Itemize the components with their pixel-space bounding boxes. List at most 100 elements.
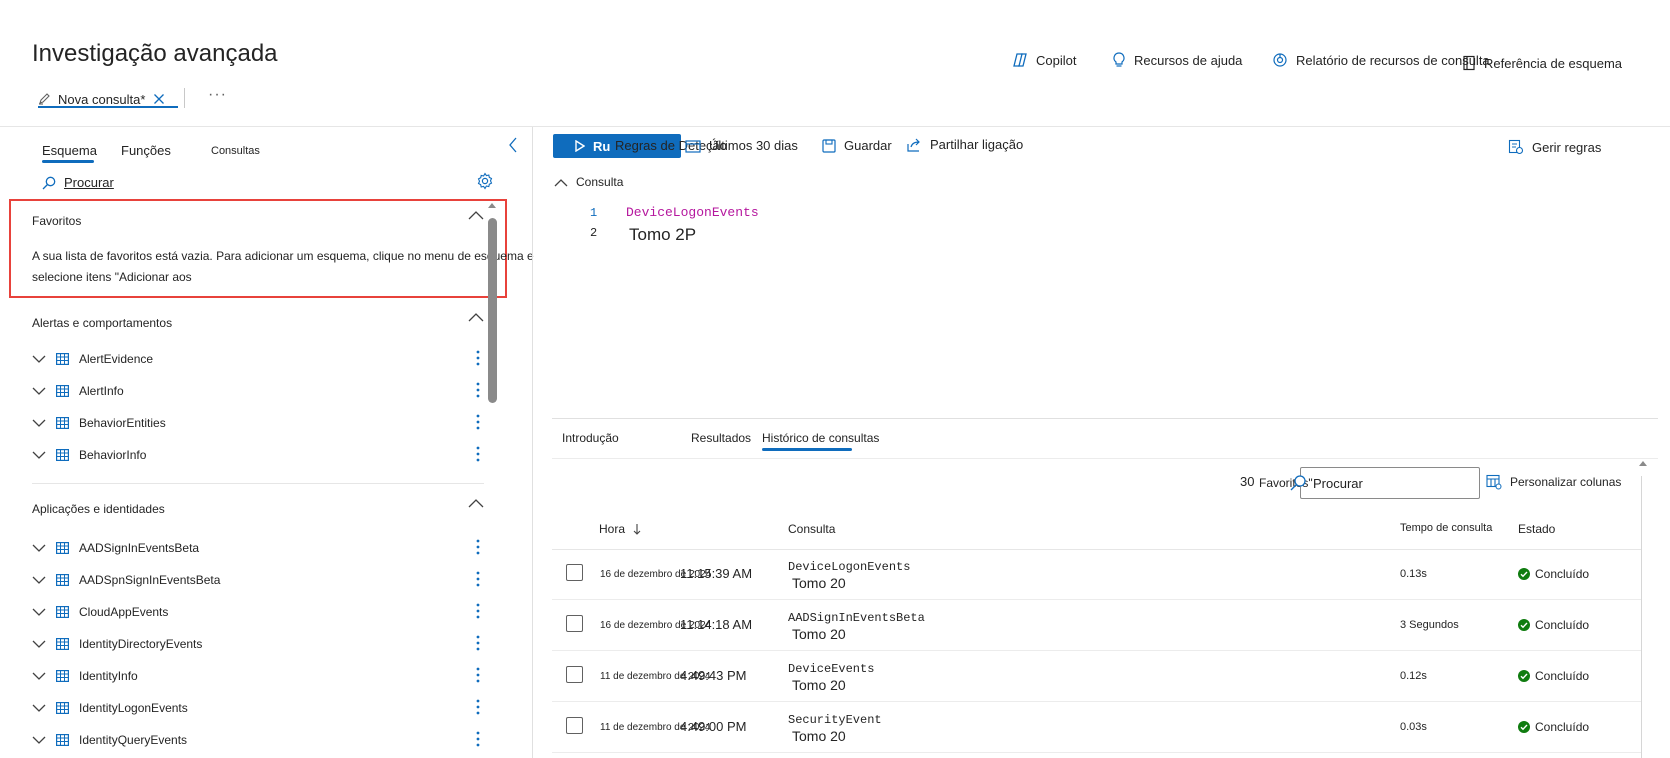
schema-table-item[interactable]: IdentityInfo [32,665,480,687]
tab-query-history[interactable]: Histórico de consultas [762,431,879,445]
more-options-icon[interactable] [476,350,480,366]
schema-table-item[interactable]: AADSpnSignInEventsBeta [32,569,480,591]
line-number: 2 [590,226,598,240]
row-time: 4:49:43 PM [680,668,747,683]
column-header-state[interactable]: Estado [1518,522,1555,536]
query-resources-report-button[interactable]: Relatório de recursos de consulta [1272,50,1490,70]
chevron-down-icon[interactable] [32,736,48,745]
time-range-button[interactable]: Últimos 30 dias [685,138,798,153]
schema-table-name: IdentityInfo [79,669,138,683]
customize-columns-button[interactable]: Personalizar colunas [1486,474,1621,490]
scroll-up-arrow[interactable] [487,202,497,209]
manage-rules-label: Gerir regras [1532,139,1602,155]
chevron-down-icon[interactable] [32,419,48,428]
column-header-query[interactable]: Consulta [788,522,835,536]
chevron-down-icon[interactable] [32,544,48,553]
more-options-icon[interactable] [476,699,480,715]
row-checkbox[interactable] [566,717,583,734]
favorites-title: Favoritos [32,214,82,228]
chevron-up-icon[interactable] [468,498,484,508]
more-tabs-button[interactable]: ··· [208,86,227,104]
chevron-down-icon[interactable] [32,704,48,713]
collapse-panel-icon[interactable] [508,137,518,153]
code-line[interactable]: Tomo 2P [629,225,696,245]
more-options-icon[interactable] [476,635,480,651]
column-header-duration[interactable]: Tempo de consulta [1400,522,1492,534]
schema-reference-button[interactable]: Referência de esquema [1462,53,1622,73]
table-icon [56,734,69,746]
row-query-line2: Tomo 20 [792,728,846,744]
chevron-down-icon[interactable] [32,640,48,649]
more-options-icon[interactable] [476,571,480,587]
search-icon [42,176,56,190]
chevron-down-icon[interactable] [32,387,48,396]
row-checkbox[interactable] [566,564,583,581]
chevron-up-icon [554,178,576,187]
chevron-down-icon[interactable] [32,672,48,681]
more-options-icon[interactable] [476,446,480,462]
query-section-toggle[interactable]: Consulta [554,175,623,189]
schema-table-name: CloudAppEvents [79,605,169,619]
tab-queries[interactable]: Consultas [211,145,260,157]
row-query[interactable]: SecurityEvent [788,713,882,727]
more-options-icon[interactable] [476,539,480,555]
row-checkbox[interactable] [566,615,583,632]
tab-introduction[interactable]: Introdução [562,431,619,445]
save-button[interactable]: Guardar [822,138,892,153]
schema-table-item[interactable]: AlertInfo [32,380,480,402]
line-number: 1 [590,206,598,220]
manage-rules-button[interactable]: Gerir regras [1508,139,1601,155]
schema-table-item[interactable]: IdentityDirectoryEvents [32,633,480,655]
row-query-line2: Tomo 20 [792,626,846,642]
schema-table-item[interactable]: IdentityLogonEvents [32,697,480,719]
chevron-down-icon[interactable] [32,576,48,585]
more-options-icon[interactable] [476,731,480,747]
column-header-time[interactable]: Hora [599,522,641,536]
chevron-down-icon[interactable] [32,608,48,617]
row-divider [552,650,1642,651]
play-icon [575,140,585,152]
schema-table-item[interactable]: AADSignInEventsBeta [32,537,480,559]
tab-new-query-label: Nova consulta* [58,91,146,107]
schema-search[interactable]: Procurar [42,175,114,190]
schema-table-item[interactable]: CloudAppEvents [32,601,480,623]
history-search-input[interactable]: Procurar [1290,467,1480,499]
scroll-up-arrow[interactable] [1638,460,1648,467]
schema-table-item[interactable]: BehaviorInfo [32,444,480,466]
help-resources-button[interactable]: Recursos de ajuda [1112,50,1242,70]
column-header-time-label: Hora [599,522,626,536]
tab-functions[interactable]: Funções [121,143,171,158]
chevron-up-icon[interactable] [468,210,484,220]
sort-down-icon [633,523,641,535]
row-checkbox[interactable] [566,666,583,683]
row-status: Concluído [1518,669,1589,683]
row-divider [552,701,1642,702]
share-icon [906,138,930,152]
chevron-up-icon[interactable] [468,312,484,322]
columns-icon [1486,474,1510,490]
share-link-button[interactable]: Partilhar ligação [906,137,1023,152]
tab-results[interactable]: Resultados [691,431,751,445]
schema-table-item[interactable]: BehaviorEntities [32,412,480,434]
more-options-icon[interactable] [476,382,480,398]
close-icon[interactable] [153,93,165,105]
apps-section-title: Aplicações e identidades [32,502,165,516]
schema-table-item[interactable]: IdentityQueryEvents [32,729,480,751]
copilot-button[interactable]: Copilot [1012,50,1076,70]
results-scrollbar-track [1641,476,1642,758]
more-options-icon[interactable] [476,603,480,619]
row-query[interactable]: AADSignInEventsBeta [788,611,925,625]
schema-table-item[interactable]: AlertEvidence [32,348,480,370]
chevron-down-icon[interactable] [32,355,48,364]
row-query[interactable]: DeviceLogonEvents [788,560,910,574]
success-check-icon [1518,721,1535,733]
tab-schema[interactable]: Esquema [42,143,97,158]
chevron-down-icon[interactable] [32,451,48,460]
left-scrollbar-thumb[interactable] [488,218,497,403]
more-options-icon[interactable] [476,414,480,430]
code-line[interactable]: DeviceLogonEvents [626,205,759,220]
more-options-icon[interactable] [476,667,480,683]
gear-icon[interactable] [476,172,494,190]
history-search-placeholder: Procurar [1313,475,1363,491]
row-query[interactable]: DeviceEvents [788,662,874,676]
